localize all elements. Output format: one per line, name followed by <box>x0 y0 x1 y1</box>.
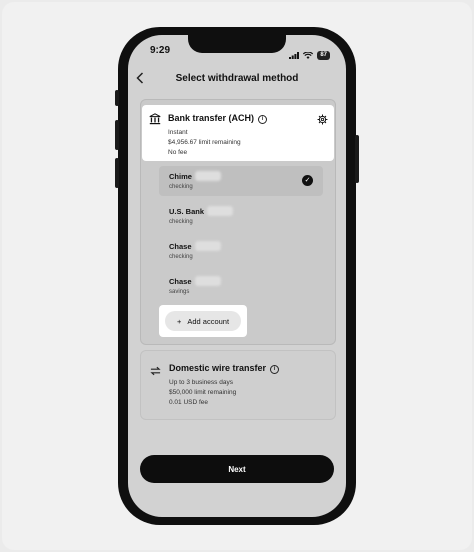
account-name: U.S. Bank <box>169 207 205 216</box>
next-button[interactable]: Next <box>140 455 334 483</box>
wifi-icon <box>303 46 314 64</box>
phone-side-button <box>115 158 119 188</box>
ach-title-row: Bank transfer (ACH) i <box>168 113 268 124</box>
add-account-label: Add account <box>187 316 230 326</box>
account-item-chase-savings[interactable]: Chase savings <box>159 271 323 301</box>
wire-limit: $50,000 limit remaining <box>169 389 237 396</box>
account-item-us-bank[interactable]: U.S. Bank checking <box>159 201 323 231</box>
signal-icon <box>289 46 300 64</box>
account-name: Chime <box>169 172 192 181</box>
account-type: checking <box>169 254 193 260</box>
ach-speed: Instant <box>168 129 188 136</box>
wire-speed: Up to 3 business days <box>169 379 233 386</box>
ach-title: Bank transfer (ACH) <box>168 113 255 123</box>
account-name: Chase <box>169 277 192 286</box>
ach-fee: No fee <box>168 149 188 156</box>
ach-method-header[interactable]: Bank transfer (ACH) i Instant $4,956.67 l… <box>142 105 334 161</box>
info-icon[interactable]: i <box>258 115 268 124</box>
account-type: checking <box>169 219 193 225</box>
add-account-button[interactable]: + Add account <box>165 311 241 331</box>
page-title: Select withdrawal method <box>175 73 299 84</box>
account-item-chime[interactable]: Chime checking ✓ <box>159 166 323 196</box>
account-type: savings <box>169 289 190 295</box>
gear-icon[interactable] <box>317 112 328 130</box>
transfer-arrows-icon <box>150 363 161 381</box>
plus-icon: + <box>176 316 182 326</box>
selected-check-icon: ✓ <box>302 175 313 186</box>
notch <box>188 35 286 53</box>
ach-limit: $4,956.67 limit remaining <box>168 139 241 146</box>
account-name: Chase <box>169 242 192 251</box>
phone-side-button <box>115 120 119 150</box>
phone-side-button <box>115 90 119 106</box>
account-type: checking <box>169 184 193 190</box>
phone-power-button <box>355 135 359 183</box>
wire-fee: 0.01 USD fee <box>169 399 209 406</box>
phone-screen: 9:29 87 Select withdrawal method Bank tr… <box>128 35 346 517</box>
battery-indicator: 87 <box>317 50 330 60</box>
redacted-account-number <box>195 171 221 181</box>
wire-title: Domestic wire transfer <box>169 363 267 373</box>
account-item-chase-checking[interactable]: Chase checking <box>159 236 323 266</box>
add-account-highlight: + Add account <box>159 305 247 337</box>
info-icon[interactable]: i <box>270 365 280 374</box>
bank-icon <box>149 112 161 130</box>
redacted-account-number <box>195 241 221 251</box>
redacted-account-number <box>195 276 221 286</box>
status-icons: 87 <box>289 46 330 64</box>
redacted-account-number <box>207 206 233 216</box>
wire-title-row: Domestic wire transfer i <box>169 363 280 374</box>
status-time: 9:29 <box>150 45 171 56</box>
wire-method-card[interactable]: Domestic wire transfer i Up to 3 business… <box>140 350 336 420</box>
